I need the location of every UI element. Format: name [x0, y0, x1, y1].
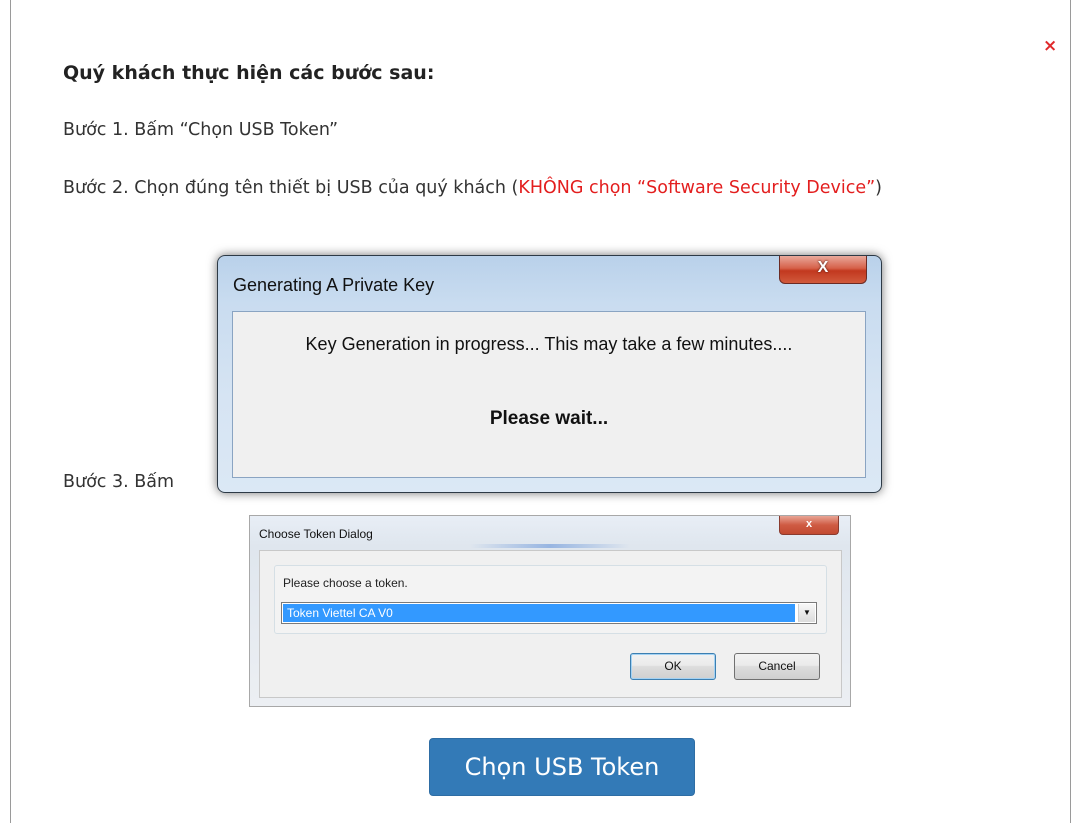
- step-1-text: Bước 1. Bấm “Chọn USB Token”: [63, 120, 339, 140]
- modal-heading: Quý khách thực hiện các bước sau:: [63, 62, 435, 84]
- choose-token-dialog: Choose Token Dialog x Please choose a to…: [249, 515, 851, 707]
- token-group: Please choose a token. Token Viettel CA …: [274, 565, 827, 634]
- chevron-down-icon: ▼: [798, 604, 815, 622]
- step-2-suffix: ): [875, 178, 882, 198]
- token-dialog-title: Choose Token Dialog: [259, 527, 373, 541]
- token-select: Token Viettel CA V0 ▼: [281, 602, 817, 624]
- cancel-button: Cancel: [734, 653, 820, 680]
- token-prompt-label: Please choose a token.: [283, 576, 408, 590]
- dialog-body: Key Generation in progress... This may t…: [232, 311, 866, 478]
- generating-key-dialog: Generating A Private Key X Key Generatio…: [217, 255, 882, 493]
- title-glow-decoration: [470, 544, 630, 548]
- wait-message: Please wait...: [489, 408, 609, 429]
- ok-button: OK: [630, 653, 716, 680]
- token-select-value: Token Viettel CA V0: [283, 604, 795, 622]
- step-3-text: Bước 3. Bấm: [63, 472, 175, 492]
- dialog-close-button: X: [779, 256, 867, 284]
- step-2-text: Bước 2. Chọn đúng tên thiết bị USB của q…: [63, 173, 1061, 203]
- token-dialog-close-button: x: [779, 516, 839, 535]
- progress-message: Key Generation in progress... This may t…: [305, 334, 793, 354]
- choose-usb-token-button[interactable]: Chọn USB Token: [429, 738, 695, 796]
- token-dialog-body: Please choose a token. Token Viettel CA …: [259, 550, 842, 698]
- step-2-warning: KHÔNG chọn “Software Security Device”: [518, 178, 876, 198]
- dialog-title: Generating A Private Key: [233, 275, 435, 295]
- close-icon[interactable]: ×: [1043, 36, 1057, 56]
- step-2-prefix: Bước 2. Chọn đúng tên thiết bị USB của q…: [63, 178, 519, 198]
